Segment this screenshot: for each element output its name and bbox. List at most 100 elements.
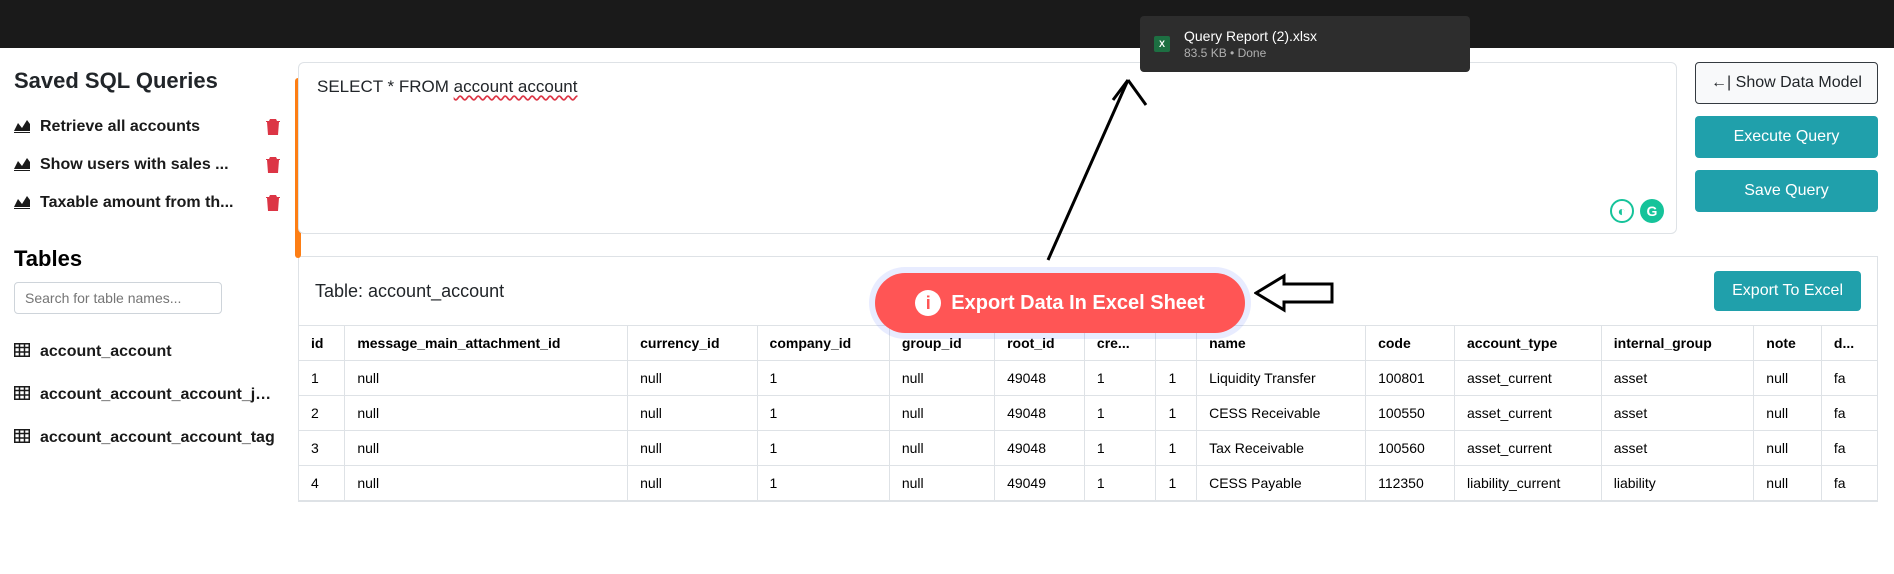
table-cell: fa	[1821, 396, 1877, 431]
table-cell: fa	[1821, 361, 1877, 396]
table-cell: fa	[1821, 431, 1877, 466]
saved-query-item[interactable]: Retrieve all accounts	[14, 108, 298, 146]
show-data-model-button[interactable]: ←| Show Data Model	[1695, 62, 1878, 104]
sql-prefix: SELECT * FROM	[317, 77, 454, 96]
sidebar: Saved SQL Queries Retrieve all accounts …	[0, 48, 298, 574]
excel-file-icon: X	[1154, 36, 1170, 52]
grammarly-icon: G	[1640, 199, 1664, 223]
table-icon	[14, 343, 30, 361]
table-cell: 100801	[1366, 361, 1455, 396]
table-cell: 4	[299, 466, 345, 501]
table-cell: 1	[1084, 396, 1156, 431]
table-cell: Tax Receivable	[1197, 431, 1366, 466]
table-cell: null	[1754, 361, 1822, 396]
table-cell: null	[345, 466, 628, 501]
table-cell: liability	[1601, 466, 1754, 501]
table-icon	[14, 386, 30, 404]
table-label: account_account_account_tag	[40, 429, 275, 447]
table-link[interactable]: account_account	[14, 330, 298, 373]
table-cell: 1	[1084, 361, 1156, 396]
table-cell: 1	[299, 361, 345, 396]
column-header: note	[1754, 326, 1822, 361]
saved-query-item[interactable]: Show users with sales ...	[14, 146, 298, 184]
table-cell: null	[889, 396, 994, 431]
table-cell: null	[628, 361, 757, 396]
table-cell: asset	[1601, 431, 1754, 466]
table-label: account_account_account_journ...	[40, 386, 280, 404]
trash-icon[interactable]	[266, 119, 282, 135]
table-cell: 1	[1156, 466, 1197, 501]
table-label: account_account	[40, 343, 172, 361]
chart-icon	[14, 157, 30, 174]
export-to-excel-button[interactable]: Export To Excel	[1714, 271, 1861, 311]
table-cell: null	[889, 431, 994, 466]
download-meta: 83.5 KB • Done	[1184, 46, 1317, 60]
saved-query-item[interactable]: Taxable amount from th...	[14, 184, 298, 222]
table-cell: asset	[1601, 361, 1754, 396]
table-cell: 100550	[1366, 396, 1455, 431]
topbar	[0, 0, 1894, 48]
table-cell: 3	[299, 431, 345, 466]
grammarly-badge[interactable]: ◐ G	[1610, 199, 1664, 223]
sql-editor[interactable]: SELECT * FROM account account ◐ G	[298, 62, 1677, 234]
chart-icon	[14, 119, 30, 136]
saved-query-label: Show users with sales ...	[40, 156, 229, 174]
table-cell: null	[345, 396, 628, 431]
saved-query-label: Retrieve all accounts	[40, 118, 200, 136]
table-link[interactable]: account_account_account_journ...	[14, 373, 298, 416]
table-cell: 100560	[1366, 431, 1455, 466]
table-cell: null	[1754, 431, 1822, 466]
column-header: message_main_attachment_id	[345, 326, 628, 361]
table-cell: Liquidity Transfer	[1197, 361, 1366, 396]
column-header: account_type	[1455, 326, 1602, 361]
callout-text: Export Data In Excel Sheet	[951, 292, 1204, 315]
column-header: internal_group	[1601, 326, 1754, 361]
download-filename: Query Report (2).xlsx	[1184, 28, 1317, 44]
table-row[interactable]: 1nullnull1null4904811Liquidity Transfer1…	[299, 361, 1877, 396]
table-cell: null	[889, 361, 994, 396]
table-cell: CESS Receivable	[1197, 396, 1366, 431]
table-body: 1nullnull1null4904811Liquidity Transfer1…	[299, 361, 1877, 501]
table-cell: liability_current	[1455, 466, 1602, 501]
trash-icon[interactable]	[266, 195, 282, 211]
table-icon	[14, 429, 30, 447]
table-cell: 1	[1156, 431, 1197, 466]
table-cell: null	[628, 431, 757, 466]
download-toast[interactable]: X Query Report (2).xlsx 83.5 KB • Done	[1140, 16, 1470, 72]
table-row[interactable]: 3nullnull1null4904811Tax Receivable10056…	[299, 431, 1877, 466]
table-cell: 112350	[1366, 466, 1455, 501]
chart-icon	[14, 195, 30, 212]
results-table: idmessage_main_attachment_idcurrency_idc…	[299, 326, 1877, 501]
column-header: id	[299, 326, 345, 361]
column-header: d...	[1821, 326, 1877, 361]
table-cell: 1	[757, 361, 889, 396]
table-cell: null	[1754, 396, 1822, 431]
saved-query-label: Taxable amount from th...	[40, 194, 234, 212]
lightbulb-icon: ◐	[1610, 199, 1634, 223]
table-row[interactable]: 4nullnull1null4904911CESS Payable112350l…	[299, 466, 1877, 501]
table-cell: 1	[1156, 361, 1197, 396]
sql-tablename: account account	[454, 77, 578, 96]
table-cell: null	[628, 466, 757, 501]
table-cell: asset_current	[1455, 431, 1602, 466]
table-cell: 1	[1156, 396, 1197, 431]
table-cell: 1	[757, 431, 889, 466]
table-cell: 49048	[995, 396, 1085, 431]
tables-search-input[interactable]	[14, 282, 222, 314]
results-table-wrapper[interactable]: idmessage_main_attachment_idcurrency_idc…	[298, 325, 1878, 502]
execute-query-button[interactable]: Execute Query	[1695, 116, 1878, 158]
table-cell: null	[1754, 466, 1822, 501]
table-cell: null	[345, 431, 628, 466]
table-cell: 1	[1084, 466, 1156, 501]
tables-title: Tables	[14, 246, 298, 272]
table-cell: 1	[757, 396, 889, 431]
table-link[interactable]: account_account_account_tag	[14, 416, 298, 459]
trash-icon[interactable]	[266, 157, 282, 173]
table-cell: asset_current	[1455, 361, 1602, 396]
table-cell: null	[345, 361, 628, 396]
table-cell: CESS Payable	[1197, 466, 1366, 501]
save-query-button[interactable]: Save Query	[1695, 170, 1878, 212]
table-cell: asset	[1601, 396, 1754, 431]
table-cell: 49048	[995, 431, 1085, 466]
table-row[interactable]: 2nullnull1null4904811CESS Receivable1005…	[299, 396, 1877, 431]
